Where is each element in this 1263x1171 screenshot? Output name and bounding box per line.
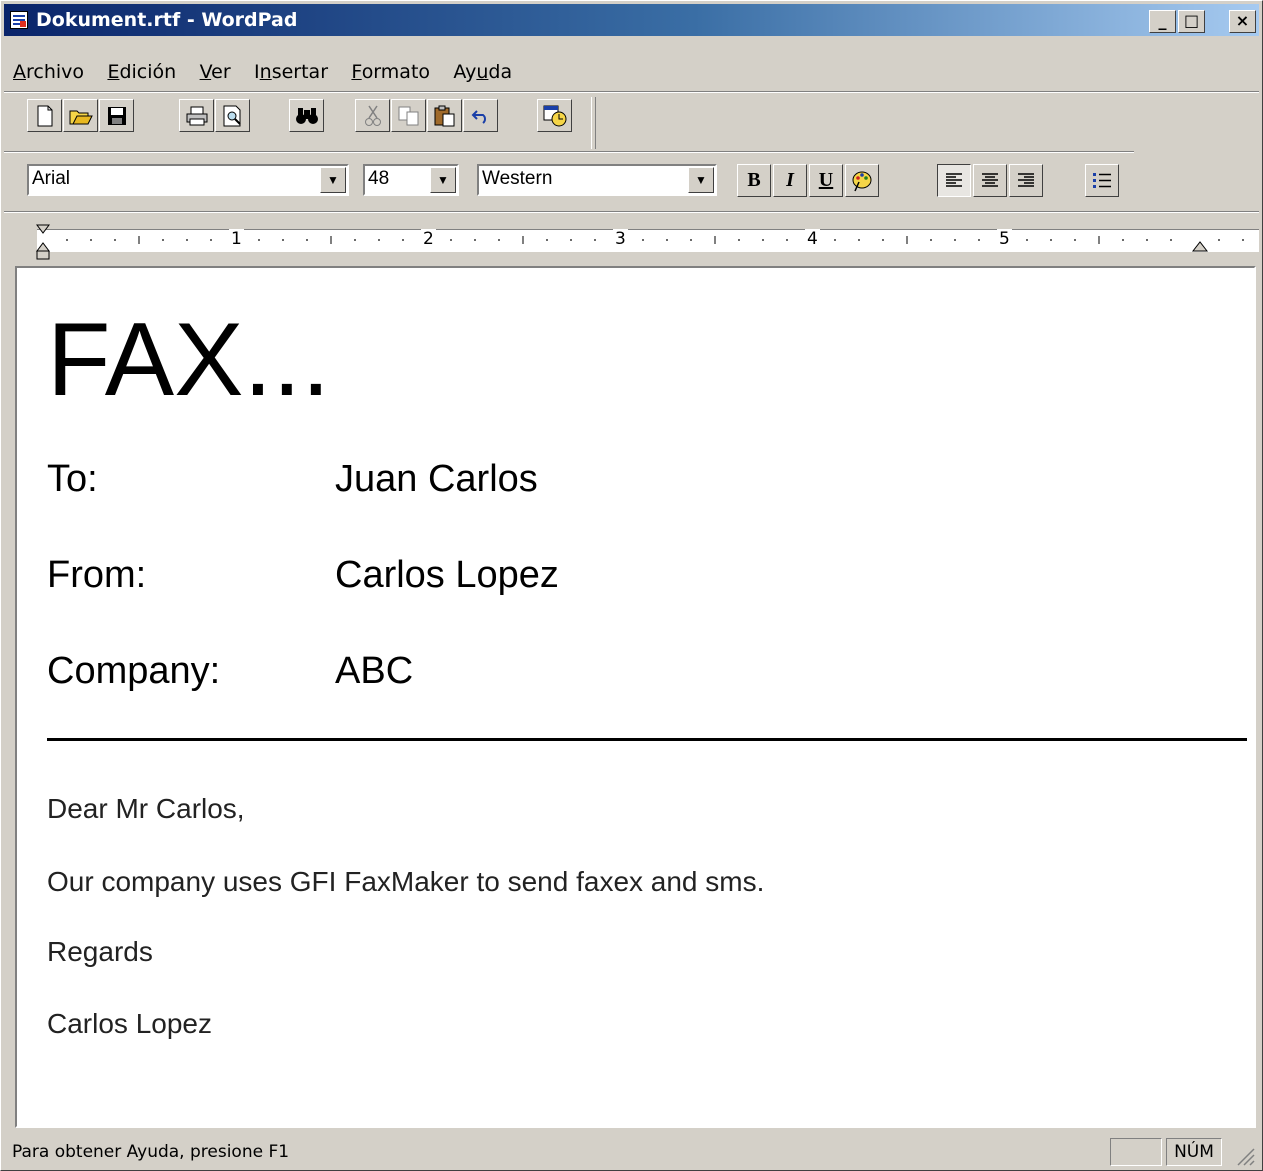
copy-icon	[398, 106, 418, 125]
status-pane-caps	[1110, 1138, 1162, 1166]
field-value-to: Juan Carlos	[335, 458, 538, 500]
paste-button[interactable]	[427, 99, 462, 132]
paste-icon	[434, 105, 454, 126]
script-combo[interactable]: Western ▼	[477, 164, 717, 196]
toolbar-separator	[4, 151, 1134, 153]
field-label-company: Company:	[47, 650, 221, 692]
window-title: Dokument.rtf - WordPad	[36, 9, 298, 31]
cut-button[interactable]	[355, 99, 390, 132]
field-value-from: Carlos Lopez	[335, 554, 559, 596]
chevron-down-icon[interactable]: ▼	[430, 167, 456, 193]
wordpad-app-icon[interactable]	[10, 11, 28, 29]
field-value-company: ABC	[335, 650, 414, 692]
ruler-mark: 2	[421, 229, 436, 249]
bullets-button[interactable]	[1085, 164, 1119, 197]
script-value: Western	[482, 168, 553, 189]
print-preview-icon	[223, 105, 241, 126]
ruler-mark: 1	[229, 229, 244, 249]
close-button[interactable]: ×	[1229, 10, 1256, 33]
field-label-from: From:	[47, 554, 147, 596]
palette-icon	[852, 171, 872, 191]
find-button[interactable]	[289, 99, 324, 132]
print-preview-button[interactable]	[215, 99, 250, 132]
open-icon	[69, 110, 93, 124]
menu-edicion[interactable]: Edición	[98, 56, 185, 88]
align-center-icon	[982, 172, 998, 187]
bullet-list-icon	[1093, 172, 1111, 188]
align-center-button[interactable]	[973, 164, 1007, 197]
align-left-button[interactable]	[937, 164, 971, 197]
field-label-to: To:	[47, 458, 98, 500]
date-time-icon	[543, 105, 566, 126]
font-size-value: 48	[368, 168, 390, 189]
fax-heading: FAX...	[47, 302, 331, 418]
menu-insertar[interactable]: Insertar	[245, 56, 337, 88]
open-button[interactable]	[63, 99, 98, 132]
document-area[interactable]: FAX... To: Juan Carlos From: Carlos Lope…	[15, 266, 1256, 1128]
find-icon	[295, 107, 318, 124]
cut-icon	[364, 105, 381, 126]
save-icon	[107, 106, 126, 125]
new-button[interactable]	[27, 99, 62, 132]
align-right-button[interactable]	[1009, 164, 1043, 197]
maximize-button[interactable]: □	[1178, 10, 1205, 33]
menu-bar: Archivo Edición Ver Insertar Formato Ayu…	[4, 56, 521, 88]
body-signature: Carlos Lopez	[47, 1008, 212, 1039]
minimize-button[interactable]: _	[1149, 10, 1176, 33]
menu-ver[interactable]: Ver	[191, 56, 240, 88]
undo-icon	[471, 109, 486, 124]
chevron-down-icon[interactable]: ▼	[320, 167, 346, 193]
print-icon	[186, 106, 207, 125]
ruler-mark: 3	[613, 229, 628, 249]
toolbar-divider	[591, 97, 596, 149]
new-icon	[37, 105, 52, 126]
menu-archivo[interactable]: Archivo	[4, 56, 93, 88]
save-button[interactable]	[99, 99, 134, 132]
ruler-mark: 4	[805, 229, 820, 249]
body-greeting: Dear Mr Carlos,	[47, 793, 245, 824]
status-pane-num: NÚM	[1166, 1138, 1222, 1166]
ruler[interactable]: 1 2 3 4 5	[19, 219, 1259, 261]
menu-ayuda[interactable]: Ayuda	[444, 56, 521, 88]
bold-button[interactable]: B	[737, 164, 771, 197]
horizontal-rule	[47, 738, 1247, 741]
menu-formato[interactable]: Formato	[342, 56, 439, 88]
font-size-combo[interactable]: 48 ▼	[363, 164, 459, 196]
ruler-scale	[36, 224, 1244, 260]
status-help-text: Para obtener Ayuda, presione F1	[12, 1142, 290, 1162]
copy-button[interactable]	[391, 99, 426, 132]
body-closing: Regards	[47, 936, 153, 967]
format-separator	[4, 211, 1259, 213]
menu-separator	[4, 91, 1259, 93]
font-name-value: Arial	[32, 168, 71, 189]
print-button[interactable]	[179, 99, 214, 132]
wordpad-window: Dokument.rtf - WordPad _ □ × Archivo Edi…	[0, 0, 1263, 1171]
resize-grip-icon[interactable]	[1236, 1147, 1256, 1167]
chevron-down-icon[interactable]: ▼	[688, 167, 714, 193]
insert-date-time-button[interactable]	[537, 99, 572, 132]
ruler-mark: 5	[997, 229, 1012, 249]
status-bar: Para obtener Ayuda, presione F1 NÚM	[4, 1135, 1259, 1169]
underline-button[interactable]: U	[809, 164, 843, 197]
undo-button[interactable]	[463, 99, 498, 132]
color-button[interactable]	[845, 164, 879, 197]
title-bar[interactable]: Dokument.rtf - WordPad _ □ ×	[4, 4, 1259, 36]
body-paragraph: Our company uses GFI FaxMaker to send fa…	[47, 866, 765, 897]
align-left-icon	[946, 172, 962, 187]
align-right-icon	[1018, 172, 1034, 187]
italic-button[interactable]: I	[773, 164, 807, 197]
font-name-combo[interactable]: Arial ▼	[27, 164, 349, 196]
